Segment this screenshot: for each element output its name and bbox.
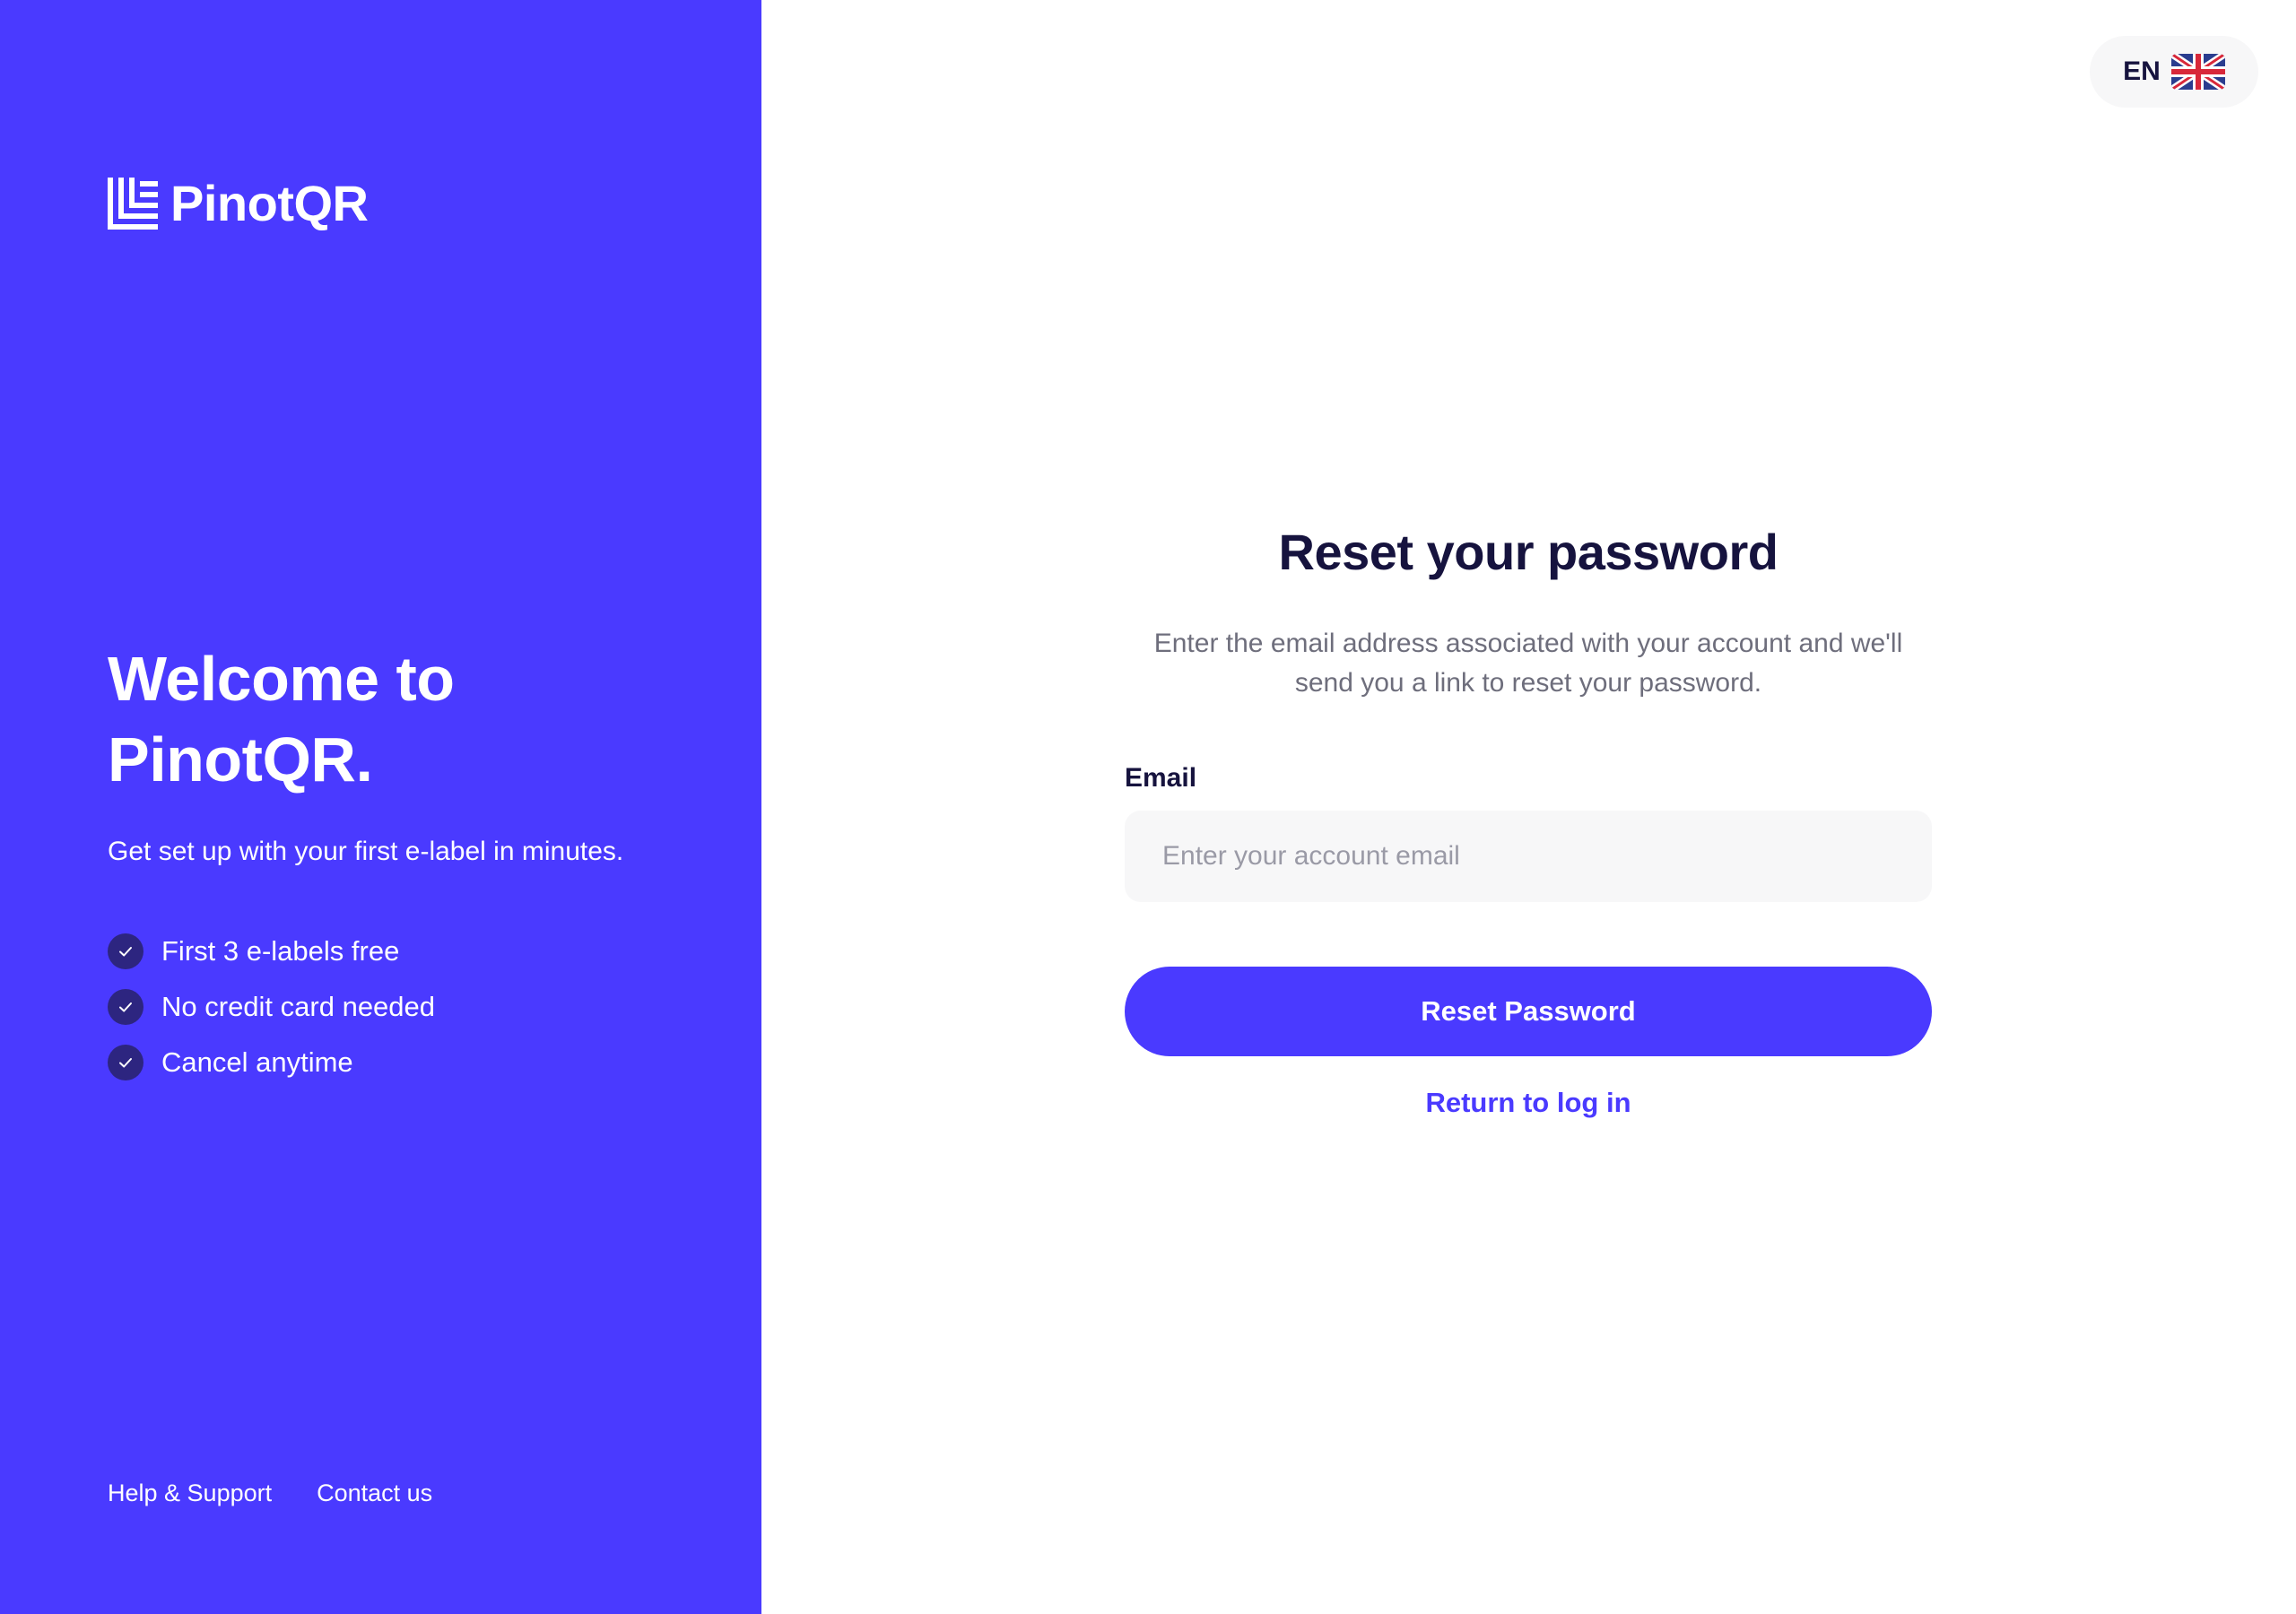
reset-password-button[interactable]: Reset Password — [1125, 967, 1932, 1056]
feature-item: First 3 e-labels free — [108, 924, 435, 979]
footer-links: Help & Support Contact us — [108, 1480, 477, 1507]
check-icon — [108, 989, 144, 1025]
feature-list: First 3 e-labels free No credit card nee… — [108, 924, 435, 1090]
email-input[interactable] — [1125, 811, 1932, 902]
feature-label: No credit card needed — [161, 991, 436, 1022]
left-panel: PinotQR Welcome to PinotQR. Get set up w… — [0, 0, 761, 1614]
check-icon — [108, 1045, 144, 1080]
form-title: Reset your password — [1278, 524, 1779, 580]
brand-logo[interactable]: PinotQR — [108, 175, 369, 231]
check-icon — [108, 933, 144, 969]
email-label: Email — [1125, 763, 1197, 793]
feature-label: First 3 e-labels free — [161, 935, 400, 967]
uk-flag-icon — [2170, 54, 2225, 90]
language-code: EN — [2123, 56, 2161, 86]
feature-label: Cancel anytime — [161, 1046, 353, 1078]
feature-item: No credit card needed — [108, 979, 435, 1035]
language-selector[interactable]: EN — [2090, 36, 2258, 108]
brand-name: PinotQR — [170, 175, 369, 231]
welcome-subtitle: Get set up with your first e-label in mi… — [108, 837, 624, 866]
help-support-link[interactable]: Help & Support — [108, 1480, 272, 1507]
contact-us-link[interactable]: Contact us — [317, 1480, 432, 1507]
reset-password-form: Reset your password Enter the email addr… — [1125, 520, 1932, 1119]
pinotqr-logo-icon — [108, 178, 158, 230]
feature-item: Cancel anytime — [108, 1035, 435, 1090]
welcome-heading: Welcome to PinotQR. — [108, 638, 484, 800]
form-description: Enter the email address associated with … — [1153, 629, 1903, 698]
return-to-login-link[interactable]: Return to log in — [1125, 1087, 1932, 1119]
welcome-heading-text: Welcome to PinotQR. — [108, 644, 455, 794]
